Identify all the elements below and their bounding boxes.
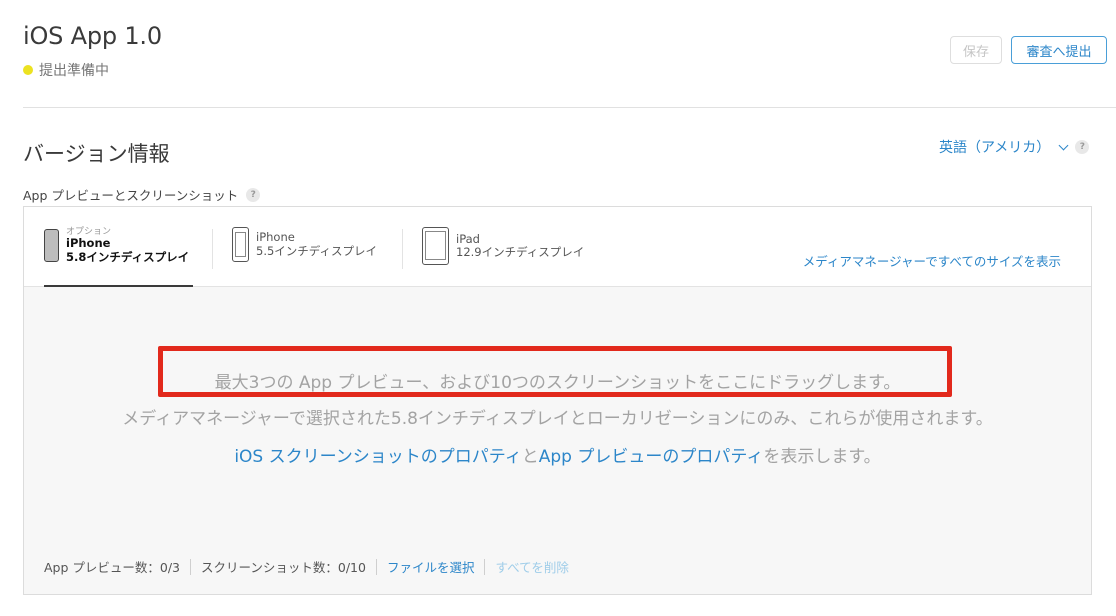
dropzone-suffix-text: を表示します。	[763, 447, 881, 467]
app-preview-properties-link[interactable]: App プレビューのプロパティ	[539, 447, 764, 467]
language-label[interactable]: 英語（アメリカ）	[939, 137, 1050, 157]
delete-all-link[interactable]: すべてを削除	[495, 557, 568, 576]
subsection-label: App プレビューとスクリーンショット ?	[23, 185, 261, 204]
choose-file-link[interactable]: ファイルを選択	[387, 557, 475, 576]
tab-device-name: iPhone	[256, 230, 295, 245]
save-button[interactable]: 保存	[950, 36, 1002, 64]
tab-divider	[402, 229, 403, 269]
footer-divider	[484, 558, 486, 575]
media-footer: App プレビュー数：0/3 スクリーンショット数：0/10 ファイルを選択 す…	[44, 557, 569, 576]
footer-divider	[190, 558, 192, 575]
device-tabs: オプション iPhone 5.8インチディスプレイ iPhone 5.5インチデ…	[24, 207, 1091, 287]
tab-device-name: iPhone	[66, 236, 111, 251]
subsection-title: App プレビューとスクリーンショット	[23, 188, 239, 203]
help-icon[interactable]: ?	[1075, 140, 1090, 154]
language-selector[interactable]: 英語（アメリカ） ?	[939, 137, 1090, 157]
tab-device-size: 12.9インチディスプレイ	[456, 245, 585, 259]
media-panel: オプション iPhone 5.8インチディスプレイ iPhone 5.5インチデ…	[23, 206, 1092, 595]
dropzone-connector-text: と	[521, 447, 539, 467]
active-tab-underline	[44, 285, 193, 287]
app-title: iOS App 1.0	[23, 22, 162, 50]
section-title: バージョン情報	[23, 142, 170, 166]
status-text: 提出準備中	[39, 63, 109, 79]
ipad-icon	[422, 227, 449, 265]
tab-device-size: 5.5インチディスプレイ	[256, 243, 377, 258]
footer-divider	[375, 558, 377, 575]
dropzone-note: メディアマネージャーで選択された5.8インチディスプレイとローカリゼーションにの…	[122, 409, 993, 429]
dropzone-properties: iOS スクリーンショットのプロパティとApp プレビューのプロパティを表示しま…	[24, 442, 1091, 467]
tab-device-size: 5.8インチディスプレイ	[66, 249, 190, 264]
phone-icon	[232, 227, 249, 262]
ios-screenshot-properties-link[interactable]: iOS スクリーンショットのプロパティ	[234, 447, 521, 467]
status-indicator: 提出準備中	[23, 60, 109, 80]
tab-iphone-5-5[interactable]: iPhone 5.5インチディスプレイ	[232, 227, 377, 262]
media-manager-link[interactable]: メディアマネージャーですべてのサイズを表示	[803, 251, 1061, 270]
preview-count: App プレビュー数：0/3	[44, 560, 181, 575]
app-store-connect-page: iOS App 1.0 提出準備中 保存 審査へ提出 バージョン情報 英語（アメ…	[0, 0, 1116, 616]
submit-for-review-button[interactable]: 審査へ提出	[1011, 36, 1107, 64]
chevron-down-icon[interactable]	[1058, 140, 1069, 150]
phone-icon	[44, 228, 59, 262]
header-divider	[23, 107, 1116, 108]
screenshot-count: スクリーンショット数：0/10	[201, 560, 366, 575]
tab-ipad-12-9[interactable]: iPad 12.9インチディスプレイ	[422, 227, 584, 265]
highlight-annotation-box	[158, 346, 952, 397]
tab-divider	[212, 229, 213, 269]
help-icon[interactable]: ?	[246, 187, 261, 202]
tab-iphone-5-8[interactable]: オプション iPhone 5.8インチディスプレイ	[44, 227, 189, 264]
status-dot-icon	[23, 65, 33, 75]
